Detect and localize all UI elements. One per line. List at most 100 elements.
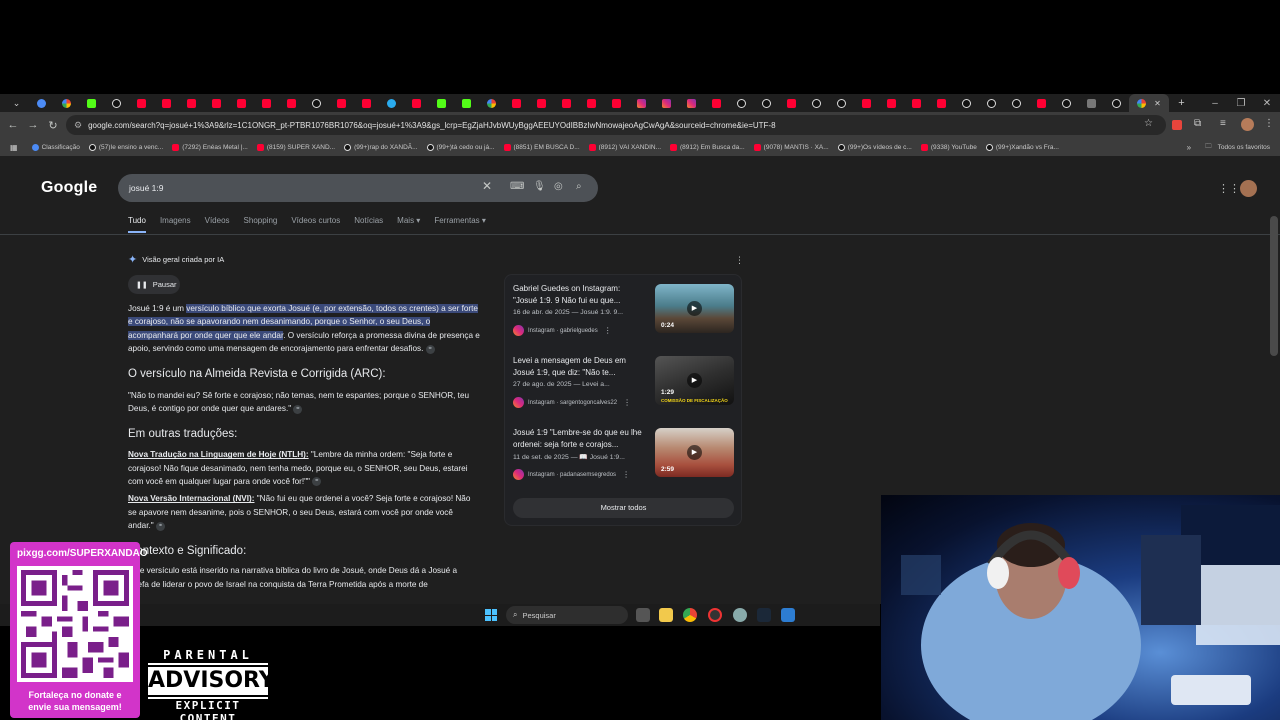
task-view-icon[interactable]	[636, 608, 650, 622]
browser-tab[interactable]	[329, 94, 354, 112]
link-icon[interactable]: ⚭	[425, 344, 435, 354]
app-icon[interactable]	[708, 608, 722, 622]
browser-tab[interactable]	[979, 94, 1004, 112]
browser-tab[interactable]	[804, 94, 829, 112]
browser-tab[interactable]	[754, 94, 779, 112]
extensions-puzzle-icon[interactable]: ⧉	[1194, 118, 1201, 129]
kebab-icon[interactable]: ⋮	[623, 398, 631, 407]
browser-tab[interactable]	[204, 94, 229, 112]
video-title[interactable]: Gabriel Guedes on Instagram: "Josué 1:9.…	[513, 283, 643, 306]
bookmark-item[interactable]: (9078) MANTIS · XA...	[753, 143, 829, 151]
bookmark-item[interactable]: (9338) YouTube	[920, 143, 977, 151]
google-apps-icon[interactable]: ⋮⋮	[1218, 182, 1240, 195]
bookmark-item[interactable]: (8912) Em Busca da...	[670, 143, 745, 151]
browser-tab[interactable]	[879, 94, 904, 112]
kebab-icon[interactable]: ⋮	[604, 326, 612, 335]
close-window-button[interactable]: ✕	[1254, 98, 1280, 109]
menu-kebab-icon[interactable]: ⋮	[1264, 118, 1274, 129]
browser-tab[interactable]	[504, 94, 529, 112]
address-bar[interactable]: ⚙ google.com/search?q=josué+1%3A9&rlz=1C…	[66, 115, 1166, 135]
browser-tab[interactable]	[279, 94, 304, 112]
browser-tab[interactable]	[304, 94, 329, 112]
search-tab[interactable]: Vídeos curtos	[291, 216, 340, 233]
windows-start-icon[interactable]	[485, 609, 497, 621]
site-info-icon[interactable]: ⚙	[74, 120, 82, 131]
browser-tab[interactable]	[679, 94, 704, 112]
media-control-icon[interactable]: ≡	[1220, 118, 1226, 129]
account-avatar[interactable]	[1240, 180, 1257, 197]
forward-button[interactable]: →	[23, 119, 43, 131]
browser-tab[interactable]	[954, 94, 979, 112]
browser-tab[interactable]	[54, 94, 79, 112]
bookmark-item[interactable]: Classificação	[31, 143, 80, 151]
browser-tab[interactable]	[904, 94, 929, 112]
kebab-icon[interactable]: ⋮	[622, 470, 630, 479]
video-thumbnail[interactable]: ▶ 0:24	[655, 284, 734, 333]
browser-tab[interactable]	[104, 94, 129, 112]
maximize-button[interactable]: ❐	[1228, 98, 1254, 109]
browser-tab[interactable]	[254, 94, 279, 112]
ntlh-label[interactable]: Nova Tradução na Linguagem de Hoje (NTLH…	[128, 450, 309, 459]
clear-icon[interactable]: ✕	[482, 179, 492, 193]
search-tab[interactable]: Ferramentas ▾	[434, 216, 486, 233]
keyboard-icon[interactable]: ⌨	[510, 181, 524, 192]
browser-tab[interactable]	[929, 94, 954, 112]
browser-tab[interactable]	[229, 94, 254, 112]
bookmark-item[interactable]: (57)Ie ensino a venc...	[88, 143, 163, 151]
back-button[interactable]: ←	[3, 119, 23, 131]
browser-tab[interactable]	[779, 94, 804, 112]
bookmark-star-icon[interactable]: ☆	[1144, 118, 1153, 129]
search-tab[interactable]: Shopping	[244, 216, 278, 233]
search-tab[interactable]: Imagens	[160, 216, 191, 233]
browser-tab[interactable]	[429, 94, 454, 112]
browser-tab[interactable]	[1054, 94, 1079, 112]
browser-tab[interactable]	[1079, 94, 1104, 112]
browser-tab[interactable]	[704, 94, 729, 112]
close-tab-icon[interactable]: ✕	[1154, 99, 1161, 108]
all-favorites-link[interactable]: Todos os favoritos	[1218, 144, 1270, 151]
browser-tab[interactable]	[1029, 94, 1054, 112]
browser-tab[interactable]	[179, 94, 204, 112]
pause-button[interactable]: ❚❚ Pausar	[128, 275, 180, 294]
browser-tab[interactable]	[154, 94, 179, 112]
video-title[interactable]: Josué 1:9 "Lembre-se do que eu lhe orden…	[513, 427, 643, 450]
new-tab-button[interactable]: +	[1169, 94, 1194, 112]
taskbar-search[interactable]: ⌕ Pesquisar	[506, 606, 628, 624]
browser-tab[interactable]	[129, 94, 154, 112]
browser-tab[interactable]	[729, 94, 754, 112]
search-tab[interactable]: Tudo	[128, 216, 146, 233]
steam-icon[interactable]	[757, 608, 771, 622]
search-tab[interactable]: Vídeos	[205, 216, 230, 233]
browser-tab-active[interactable]: ✕	[1129, 94, 1169, 112]
bookmark-item[interactable]: (8912) VAI XANDIN...	[588, 143, 661, 151]
search-input[interactable]: josué 1:9 ✕ ⌨ 🎙 ◎ ⌕	[118, 174, 598, 202]
profile-avatar[interactable]	[1241, 118, 1254, 131]
browser-tab[interactable]	[1004, 94, 1029, 112]
show-all-button[interactable]: Mostrar todos	[513, 498, 734, 518]
link-icon[interactable]: ⚭	[293, 404, 303, 414]
browser-tab[interactable]	[454, 94, 479, 112]
google-logo[interactable]: Google	[41, 179, 97, 197]
browser-tab[interactable]	[479, 94, 504, 112]
browser-tab[interactable]	[604, 94, 629, 112]
browser-tab[interactable]	[829, 94, 854, 112]
nvi-label[interactable]: Nova Versão Internacional (NVI):	[128, 494, 255, 503]
chrome-icon[interactable]	[683, 608, 697, 622]
scrollbar[interactable]	[1270, 216, 1278, 356]
browser-tab[interactable]	[404, 94, 429, 112]
reload-button[interactable]: ↻	[43, 119, 63, 132]
browser-tab[interactable]	[654, 94, 679, 112]
search-tab[interactable]: Notícias	[354, 216, 383, 233]
search-icon[interactable]: ⌕	[576, 181, 582, 192]
app-icon[interactable]	[781, 608, 795, 622]
browser-tab[interactable]	[529, 94, 554, 112]
browser-tab[interactable]	[629, 94, 654, 112]
browser-tab[interactable]	[579, 94, 604, 112]
browser-tab[interactable]	[79, 94, 104, 112]
settings-gear-icon[interactable]	[733, 608, 747, 622]
microphone-icon[interactable]: 🎙	[533, 181, 546, 192]
bookmark-item[interactable]: (7292) Enéas Metal |...	[172, 143, 248, 151]
browser-tab[interactable]	[29, 94, 54, 112]
minimize-button[interactable]: –	[1202, 98, 1228, 109]
search-tab[interactable]: Mais ▾	[397, 216, 420, 233]
